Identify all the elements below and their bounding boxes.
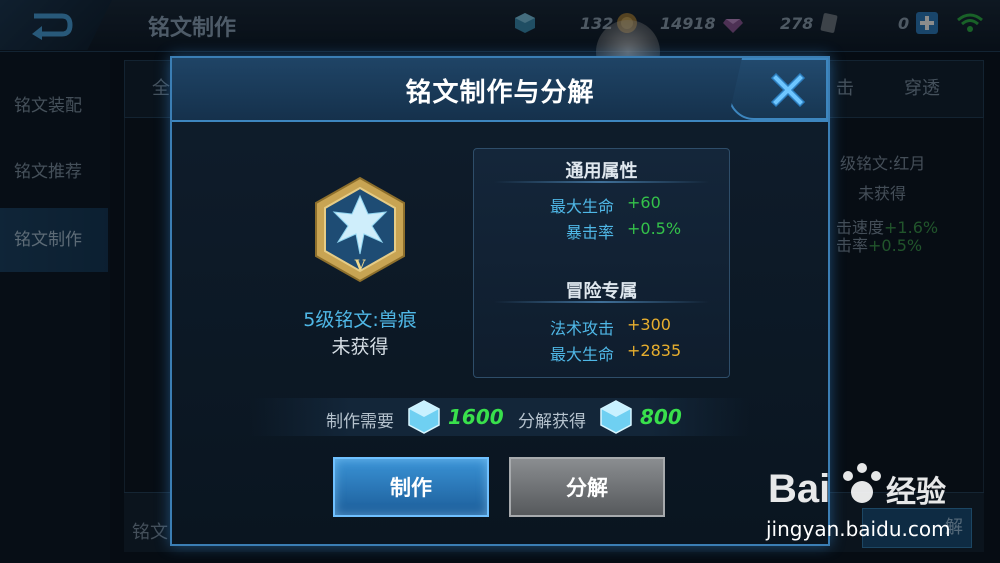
attr-label: 最大生命 — [549, 345, 614, 364]
attr-value: +300 — [627, 315, 671, 334]
attr-label: 暴击率 — [565, 223, 614, 242]
rune-name: 5级铭文:兽痕 — [303, 309, 417, 331]
close-button[interactable] — [728, 58, 828, 120]
watermark-url: jingyan.baidu.com — [766, 517, 951, 541]
rune-level-mark: V — [354, 258, 367, 274]
crystal-icon — [408, 400, 440, 434]
decompose-gain-label: 分解获得 — [518, 412, 586, 432]
svg-text:Bai: Bai — [768, 467, 830, 511]
rune-icon: V — [315, 176, 405, 283]
close-icon — [770, 72, 806, 108]
decompose-button[interactable]: 分解 — [509, 457, 665, 517]
make-cost-value: 1600 — [448, 405, 504, 429]
attr-value: +0.5% — [627, 219, 682, 238]
divider — [494, 301, 709, 303]
dialog-title: 铭文制作与分解 — [405, 78, 595, 108]
attr-value: +60 — [627, 193, 661, 212]
svg-text:经验: 经验 — [886, 475, 946, 510]
crystal-icon — [600, 400, 632, 434]
attr-value: +2835 — [627, 341, 682, 360]
general-attr-title: 通用属性 — [565, 161, 638, 182]
divider — [494, 181, 709, 183]
attribute-box: 通用属性 最大生命 +60 暴击率 +0.5% 冒险专属 法术攻击 +300 最… — [473, 148, 730, 378]
attr-label: 最大生命 — [549, 197, 614, 216]
dialog-header: 铭文制作与分解 — [172, 58, 828, 122]
baidu-watermark-logo: Bai 经验 — [768, 463, 946, 511]
make-button[interactable]: 制作 — [333, 457, 489, 517]
decompose-gain-value: 800 — [640, 405, 682, 429]
adventure-attr-title: 冒险专属 — [565, 281, 638, 302]
attr-label: 法术攻击 — [549, 319, 614, 338]
make-cost-label: 制作需要 — [326, 412, 394, 432]
rune-status: 未获得 — [331, 336, 389, 358]
